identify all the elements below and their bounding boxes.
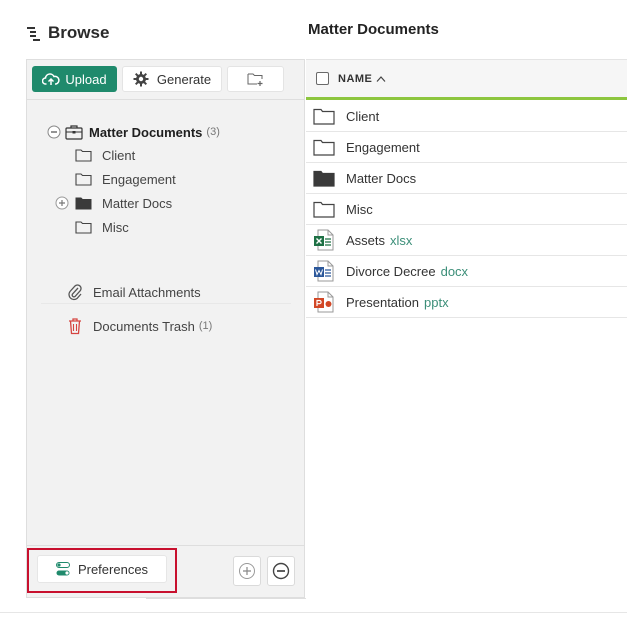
browse-title: Browse xyxy=(48,23,110,42)
divider xyxy=(41,303,291,304)
table-row[interactable]: Misc xyxy=(306,194,627,225)
new-folder-button[interactable] xyxy=(227,66,284,92)
table-row[interactable]: Client xyxy=(306,101,627,132)
collapse-all-button[interactable] xyxy=(267,556,295,586)
divider xyxy=(146,598,306,599)
tree-root-count: (3) xyxy=(206,126,220,138)
powerpoint-file-icon xyxy=(313,291,335,313)
folder-outline-icon xyxy=(75,148,92,162)
tree-item-label: Misc xyxy=(102,219,129,235)
file-name: Assets xyxy=(346,232,386,248)
new-folder-icon xyxy=(247,72,265,86)
expand-icon[interactable] xyxy=(55,196,69,210)
folder-outline-icon xyxy=(75,220,92,234)
tree-root-label: Matter Documents xyxy=(89,124,203,140)
table-header: NAME xyxy=(306,60,627,100)
toggle-settings-icon xyxy=(55,562,70,576)
paperclip-icon xyxy=(67,283,83,301)
file-name: Engagement xyxy=(346,139,420,155)
briefcase-icon xyxy=(65,124,83,140)
word-file-icon xyxy=(313,260,335,282)
column-header-name[interactable]: NAME xyxy=(338,73,372,85)
trash-icon xyxy=(67,317,83,335)
folder-filled-icon xyxy=(313,170,335,187)
file-extension: xlsx xyxy=(390,232,413,248)
excel-file-icon xyxy=(313,229,335,251)
table-row[interactable]: Divorce Decree docx xyxy=(306,256,627,287)
folder-outline-icon xyxy=(313,139,335,156)
tree-item-misc[interactable]: Misc xyxy=(75,216,129,238)
file-name: Divorce Decree xyxy=(346,263,436,279)
table-row[interactable]: Assets xlsx xyxy=(306,225,627,256)
gear-icon xyxy=(133,71,149,87)
folder-outline-icon xyxy=(313,108,335,125)
upload-button[interactable]: Upload xyxy=(32,66,117,92)
folder-outline-icon xyxy=(313,201,335,218)
tree-item-label: Matter Docs xyxy=(102,195,173,211)
tree-item-client[interactable]: Client xyxy=(75,144,135,166)
documents-trash-label: Documents Trash xyxy=(93,318,195,334)
file-name: Matter Docs xyxy=(346,170,417,186)
documents-trash-count: (1) xyxy=(198,320,213,332)
tree-item-engagement[interactable]: Engagement xyxy=(75,168,176,190)
tree-root-matter-documents[interactable]: Matter Documents (3) xyxy=(47,121,220,143)
file-name: Misc xyxy=(346,201,373,217)
browse-toolbar: Upload Generate xyxy=(27,60,304,100)
tree-item-matter-docs[interactable]: Matter Docs xyxy=(55,192,172,214)
collapse-icon[interactable] xyxy=(47,125,61,139)
generate-label: Generate xyxy=(156,71,212,87)
file-name: Client xyxy=(346,108,380,124)
divider xyxy=(0,612,627,613)
minus-circle-icon xyxy=(272,562,290,580)
table-row[interactable]: Presentation pptx xyxy=(306,287,627,318)
preferences-button[interactable]: Preferences xyxy=(37,555,167,583)
table-row[interactable]: Engagement xyxy=(306,132,627,163)
documents-list-panel: NAME Client Engagement Matter Docs Misc xyxy=(306,59,627,598)
file-name: Presentation xyxy=(346,294,419,310)
file-extension: pptx xyxy=(424,294,449,310)
expand-all-button[interactable] xyxy=(233,556,261,586)
tree-item-label: Client xyxy=(102,147,136,163)
page-title: Matter Documents xyxy=(308,21,439,38)
file-extension: docx xyxy=(440,263,469,279)
folder-filled-icon xyxy=(75,196,92,210)
tree-list-icon[interactable] xyxy=(26,25,42,41)
select-all-checkbox[interactable] xyxy=(316,72,329,85)
email-attachments-label: Email Attachments xyxy=(93,284,201,300)
browse-header: Browse xyxy=(26,20,109,46)
table-row[interactable]: Matter Docs xyxy=(306,163,627,194)
panel-bottom-bar: Preferences xyxy=(27,545,304,597)
generate-button[interactable]: Generate xyxy=(122,66,222,92)
tree-item-label: Engagement xyxy=(102,171,176,187)
browse-panel: Upload Generate Matter Documents (3) Cli… xyxy=(26,59,305,598)
upload-label: Upload xyxy=(65,71,107,87)
preferences-label: Preferences xyxy=(77,561,149,577)
cloud-upload-icon xyxy=(42,72,60,86)
folder-outline-icon xyxy=(75,172,92,186)
documents-trash-item[interactable]: Documents Trash (1) xyxy=(67,315,212,337)
email-attachments-item[interactable]: Email Attachments xyxy=(67,281,201,303)
plus-circle-icon xyxy=(238,562,256,580)
sort-ascending-icon[interactable] xyxy=(376,75,386,83)
